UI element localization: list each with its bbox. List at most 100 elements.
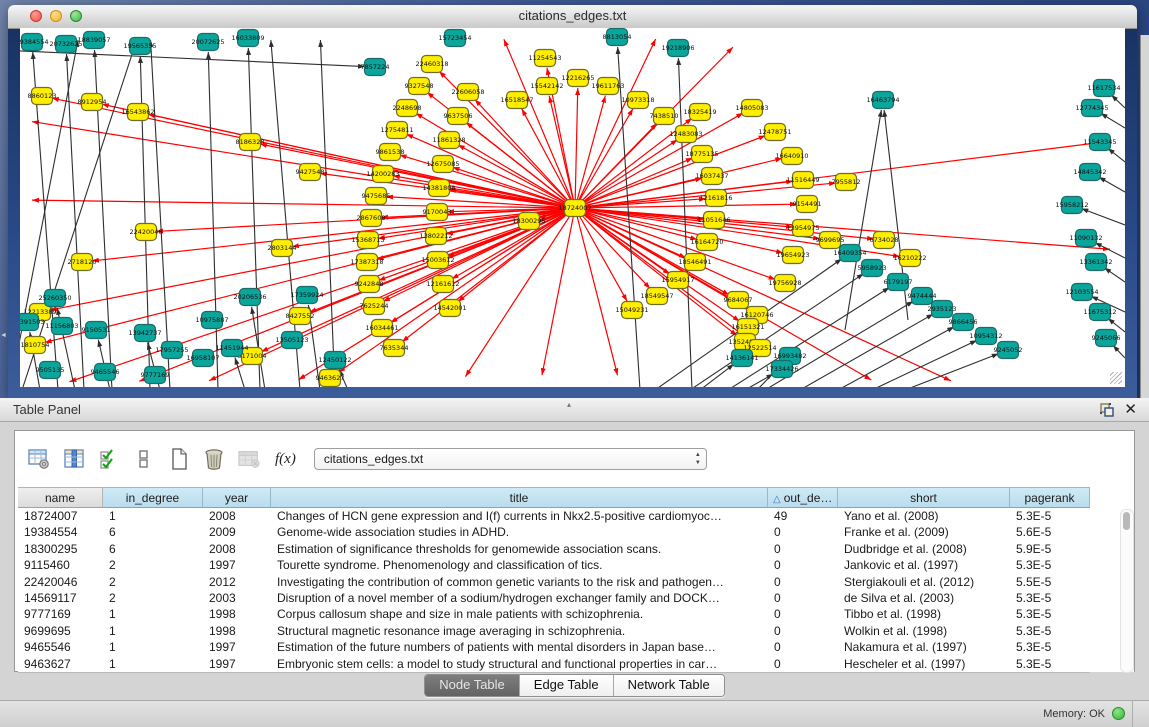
- graph-node[interactable]: 12675085: [426, 156, 459, 173]
- graph-node[interactable]: 10975887: [195, 312, 228, 329]
- graph-node[interactable]: 18549547: [640, 288, 673, 305]
- table-row[interactable]: 2242004622012Investigating the contribut…: [18, 574, 1090, 590]
- graph-node[interactable]: 5958923: [858, 260, 887, 277]
- graph-node[interactable]: 15542142: [530, 78, 563, 95]
- graph-node[interactable]: 9777169: [141, 367, 170, 384]
- table-mode-icon[interactable]: [28, 448, 50, 470]
- graph-node[interactable]: 15049231: [615, 302, 648, 319]
- table-row[interactable]: 1456911722003Disruption of a novel membe…: [18, 590, 1090, 606]
- graph-node[interactable]: 6179197: [884, 274, 913, 291]
- graph-edge[interactable]: [575, 208, 752, 342]
- graph-node[interactable]: 2867608: [357, 210, 386, 227]
- graph-node[interactable]: 8860123: [28, 88, 57, 105]
- delete-column-icon[interactable]: [203, 448, 225, 470]
- graph-node[interactable]: 9465546: [91, 364, 120, 381]
- graph-edge[interactable]: [1101, 113, 1125, 128]
- graph-node[interactable]: 16640910: [775, 148, 808, 165]
- table-row[interactable]: 946554611997Estimation of the future num…: [18, 639, 1090, 655]
- graph-node[interactable]: 7955812: [832, 174, 861, 191]
- float-panel-icon[interactable]: [1099, 402, 1115, 418]
- graph-node[interactable]: 20072625: [191, 34, 224, 51]
- graph-node[interactable]: 6734028: [870, 232, 899, 249]
- graph-node[interactable]: 2248698: [393, 100, 422, 117]
- graph-node[interactable]: 17387318: [350, 254, 383, 271]
- table-row[interactable]: 1872400712008Changes of HCN gene express…: [18, 508, 1090, 524]
- graph-node[interactable]: 14845342: [1073, 164, 1106, 181]
- graph-node[interactable]: 9245066: [1092, 330, 1121, 347]
- graph-node[interactable]: 9637506: [444, 108, 473, 125]
- graph-node[interactable]: 12216265: [561, 70, 594, 87]
- graph-node[interactable]: 9154491: [793, 196, 822, 213]
- graph-node[interactable]: 9150531: [82, 322, 111, 339]
- graph-node[interactable]: 12478751: [758, 124, 791, 141]
- row-height-icon[interactable]: [133, 448, 155, 470]
- graph-edge[interactable]: [320, 40, 335, 387]
- graph-node[interactable]: 16518547: [500, 92, 533, 109]
- column-header-year[interactable]: year: [203, 487, 271, 508]
- splitter-handle-icon[interactable]: ▴: [567, 400, 571, 409]
- graph-node[interactable]: 16463794: [866, 92, 899, 109]
- graph-edge[interactable]: [575, 208, 627, 301]
- graph-edge[interactable]: [1111, 95, 1125, 108]
- graph-node[interactable]: 9427548: [296, 164, 325, 181]
- resize-grip-icon[interactable]: [1110, 372, 1122, 384]
- graph-node[interactable]: 19756928: [768, 275, 801, 292]
- graph-node[interactable]: 11543345: [1083, 134, 1116, 151]
- graph-node[interactable]: 13361342: [1079, 254, 1112, 271]
- graph-node[interactable]: 9505135: [36, 362, 65, 379]
- graph-node[interactable]: 11254543: [528, 50, 561, 67]
- graph-node[interactable]: 19654923: [776, 247, 809, 264]
- graph-edge[interactable]: [208, 52, 218, 387]
- table-row[interactable]: 1830029562008Estimation of significance …: [18, 541, 1090, 557]
- column-header-title[interactable]: title: [271, 487, 768, 508]
- scrollbar-thumb[interactable]: [1123, 512, 1130, 530]
- table-row[interactable]: 946362711997Embryonic stem cells: a mode…: [18, 656, 1090, 672]
- graph-node[interactable]: 2718120: [68, 254, 97, 271]
- graph-node[interactable]: 9475685: [362, 188, 391, 205]
- table-row[interactable]: 977716911998Corpus callosum shape and si…: [18, 606, 1090, 622]
- network-view[interactable]: 1872400722460318932754822486981275481198…: [20, 28, 1125, 387]
- graph-edge[interactable]: [575, 208, 650, 289]
- graph-edge[interactable]: [575, 136, 766, 208]
- graph-node[interactable]: 7857224: [361, 59, 390, 76]
- column-header-short[interactable]: short: [838, 487, 1010, 508]
- graph-node[interactable]: 8912954: [78, 94, 107, 111]
- graph-node[interactable]: 9170043: [423, 204, 452, 221]
- graph-edge[interactable]: [1108, 148, 1125, 162]
- graph-node[interactable]: 16033809: [231, 30, 264, 47]
- graph-edge[interactable]: [575, 39, 656, 208]
- graph-node[interactable]: 16210222: [893, 250, 926, 267]
- graph-node[interactable]: 9242848: [355, 276, 384, 293]
- graph-node[interactable]: 10973318: [621, 92, 654, 109]
- column-header-in_degree[interactable]: in_degree: [103, 487, 203, 508]
- graph-node[interactable]: 12754811: [380, 122, 413, 139]
- graph-node[interactable]: 9245052: [994, 342, 1023, 359]
- graph-node[interactable]: 19384554: [20, 34, 49, 51]
- graph-node[interactable]: 9463627: [316, 370, 345, 387]
- graph-node[interactable]: 20206536: [233, 289, 266, 306]
- graph-node[interactable]: 11051646: [697, 212, 730, 229]
- function-builder-icon[interactable]: f(x): [275, 451, 296, 468]
- graph-node[interactable]: 22460318: [415, 56, 448, 73]
- graph-node[interactable]: 17359924: [290, 287, 323, 304]
- graph-node[interactable]: 22606058: [451, 84, 484, 101]
- graph-node[interactable]: 1810754: [21, 337, 50, 354]
- graph-node[interactable]: 16164720: [690, 234, 723, 251]
- tab-edge-table[interactable]: Edge Table: [520, 675, 614, 696]
- graph-node[interactable]: 19218906: [661, 40, 694, 57]
- graph-node[interactable]: 8186328: [236, 134, 265, 151]
- graph-node[interactable]: 22420046: [129, 224, 162, 241]
- vertical-scrollbar[interactable]: [1120, 509, 1134, 673]
- graph-node[interactable]: 13505123: [275, 332, 308, 349]
- graph-node[interactable]: 11156803: [45, 318, 78, 335]
- graph-node[interactable]: 8813054: [603, 29, 632, 46]
- close-panel-icon[interactable]: ✕: [1124, 400, 1137, 418]
- graph-edge[interactable]: [1099, 177, 1125, 192]
- memory-status-icon[interactable]: [1112, 707, 1125, 720]
- graph-edge[interactable]: [1104, 268, 1125, 282]
- graph-node[interactable]: 7625244: [360, 298, 389, 315]
- graph-node[interactable]: 13802212: [419, 228, 452, 245]
- graph-node[interactable]: 15723454: [438, 30, 471, 47]
- graph-node[interactable]: 12774345: [1075, 100, 1108, 117]
- graph-node[interactable]: 11617534: [1087, 80, 1120, 97]
